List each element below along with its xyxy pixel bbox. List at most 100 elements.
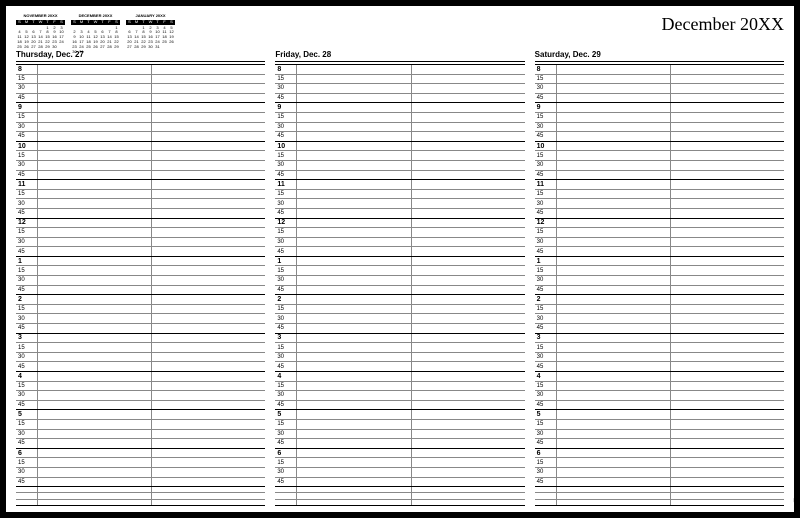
appointment-cell[interactable]	[412, 372, 525, 381]
appointment-cell[interactable]	[38, 343, 152, 352]
appointment-cell[interactable]	[412, 247, 525, 256]
notes-cell[interactable]	[275, 500, 297, 505]
appointment-cell[interactable]	[38, 401, 152, 410]
appointment-cell[interactable]	[38, 372, 152, 381]
appointment-cell[interactable]	[297, 449, 411, 458]
appointment-cell[interactable]	[557, 171, 671, 180]
appointment-cell[interactable]	[297, 458, 411, 467]
appointment-cell[interactable]	[152, 228, 265, 237]
appointment-cell[interactable]	[412, 103, 525, 112]
appointment-cell[interactable]	[152, 391, 265, 400]
appointment-cell[interactable]	[412, 180, 525, 189]
appointment-cell[interactable]	[297, 334, 411, 343]
appointment-cell[interactable]	[152, 75, 265, 84]
appointment-cell[interactable]	[38, 199, 152, 208]
appointment-cell[interactable]	[297, 362, 411, 371]
appointment-cell[interactable]	[412, 228, 525, 237]
appointment-cell[interactable]	[152, 142, 265, 151]
notes-cell[interactable]	[671, 493, 784, 498]
appointment-cell[interactable]	[671, 151, 784, 160]
notes-cell[interactable]	[535, 500, 557, 505]
appointment-cell[interactable]	[297, 190, 411, 199]
appointment-cell[interactable]	[152, 401, 265, 410]
appointment-cell[interactable]	[671, 209, 784, 218]
appointment-cell[interactable]	[152, 372, 265, 381]
notes-cell[interactable]	[275, 487, 297, 492]
appointment-cell[interactable]	[557, 65, 671, 74]
appointment-cell[interactable]	[557, 266, 671, 275]
appointment-cell[interactable]	[557, 190, 671, 199]
appointment-cell[interactable]	[38, 190, 152, 199]
appointment-cell[interactable]	[671, 334, 784, 343]
appointment-cell[interactable]	[38, 247, 152, 256]
appointment-cell[interactable]	[297, 113, 411, 122]
appointment-cell[interactable]	[671, 75, 784, 84]
appointment-cell[interactable]	[152, 113, 265, 122]
appointment-cell[interactable]	[152, 439, 265, 448]
appointment-cell[interactable]	[38, 94, 152, 103]
appointment-cell[interactable]	[38, 219, 152, 228]
appointment-cell[interactable]	[38, 305, 152, 314]
appointment-cell[interactable]	[557, 334, 671, 343]
appointment-cell[interactable]	[152, 180, 265, 189]
appointment-cell[interactable]	[412, 113, 525, 122]
appointment-cell[interactable]	[412, 478, 525, 487]
appointment-cell[interactable]	[557, 247, 671, 256]
appointment-cell[interactable]	[412, 142, 525, 151]
appointment-cell[interactable]	[412, 84, 525, 93]
appointment-cell[interactable]	[557, 75, 671, 84]
appointment-cell[interactable]	[412, 123, 525, 132]
appointment-cell[interactable]	[412, 286, 525, 295]
appointment-cell[interactable]	[38, 228, 152, 237]
appointment-cell[interactable]	[412, 449, 525, 458]
appointment-cell[interactable]	[671, 468, 784, 477]
appointment-cell[interactable]	[557, 430, 671, 439]
notes-cell[interactable]	[16, 487, 38, 492]
appointment-cell[interactable]	[297, 468, 411, 477]
appointment-cell[interactable]	[557, 94, 671, 103]
appointment-cell[interactable]	[38, 314, 152, 323]
appointment-cell[interactable]	[38, 295, 152, 304]
appointment-cell[interactable]	[152, 478, 265, 487]
appointment-cell[interactable]	[671, 228, 784, 237]
appointment-cell[interactable]	[671, 478, 784, 487]
appointment-cell[interactable]	[557, 305, 671, 314]
appointment-cell[interactable]	[297, 295, 411, 304]
appointment-cell[interactable]	[557, 286, 671, 295]
appointment-cell[interactable]	[412, 343, 525, 352]
appointment-cell[interactable]	[557, 228, 671, 237]
appointment-cell[interactable]	[557, 372, 671, 381]
appointment-cell[interactable]	[297, 324, 411, 333]
appointment-cell[interactable]	[557, 478, 671, 487]
appointment-cell[interactable]	[152, 247, 265, 256]
appointment-cell[interactable]	[671, 439, 784, 448]
appointment-cell[interactable]	[671, 305, 784, 314]
appointment-cell[interactable]	[671, 266, 784, 275]
appointment-cell[interactable]	[671, 276, 784, 285]
appointment-cell[interactable]	[152, 103, 265, 112]
notes-cell[interactable]	[412, 493, 525, 498]
appointment-cell[interactable]	[297, 372, 411, 381]
appointment-cell[interactable]	[557, 84, 671, 93]
appointment-cell[interactable]	[557, 314, 671, 323]
appointment-cell[interactable]	[412, 266, 525, 275]
appointment-cell[interactable]	[412, 314, 525, 323]
appointment-cell[interactable]	[38, 180, 152, 189]
appointment-cell[interactable]	[557, 295, 671, 304]
appointment-cell[interactable]	[412, 458, 525, 467]
appointment-cell[interactable]	[412, 132, 525, 141]
appointment-cell[interactable]	[152, 238, 265, 247]
appointment-cell[interactable]	[152, 468, 265, 477]
appointment-cell[interactable]	[152, 84, 265, 93]
appointment-cell[interactable]	[412, 257, 525, 266]
appointment-cell[interactable]	[412, 161, 525, 170]
appointment-cell[interactable]	[38, 65, 152, 74]
appointment-cell[interactable]	[412, 439, 525, 448]
appointment-cell[interactable]	[671, 343, 784, 352]
appointment-cell[interactable]	[297, 65, 411, 74]
notes-cell[interactable]	[297, 500, 411, 505]
notes-cell[interactable]	[557, 500, 671, 505]
appointment-cell[interactable]	[38, 171, 152, 180]
appointment-cell[interactable]	[671, 113, 784, 122]
appointment-cell[interactable]	[557, 382, 671, 391]
